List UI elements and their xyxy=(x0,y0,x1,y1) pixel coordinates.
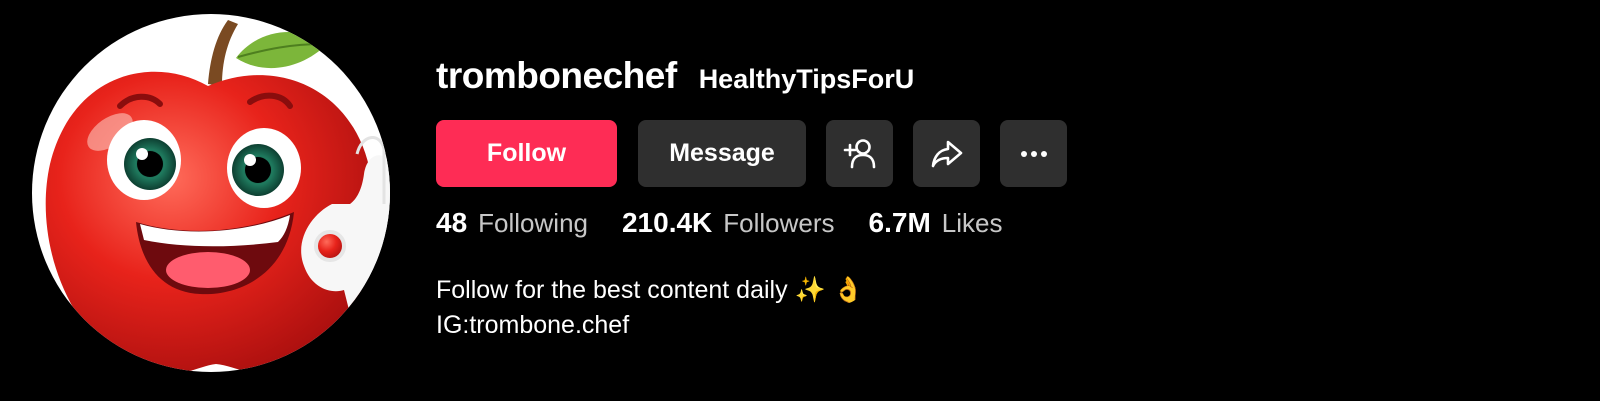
likes-label: Likes xyxy=(941,208,1003,238)
likes-count: 6.7M xyxy=(868,207,931,238)
followers-label: Followers xyxy=(723,208,835,238)
share-button[interactable] xyxy=(913,120,980,187)
bio-line-2: IG:trombone.chef xyxy=(436,311,630,339)
stat-followers[interactable]: 210.4K Followers xyxy=(622,207,835,239)
following-label: Following xyxy=(478,208,588,238)
stat-likes: 6.7M Likes xyxy=(869,207,1003,239)
add-person-icon xyxy=(843,138,875,168)
apple-mascot-icon xyxy=(45,20,390,372)
bio-line-1: Follow for the best content daily ✨ 👌 xyxy=(436,276,864,304)
bio: Follow for the best content daily ✨ 👌 IG… xyxy=(436,273,1067,343)
display-name: HealthyTipsForU xyxy=(698,64,915,94)
stats-row: 48 Following 210.4K Followers 6.7M Likes xyxy=(436,207,1067,249)
stat-following[interactable]: 48 Following xyxy=(436,207,588,239)
more-dots-icon xyxy=(1020,150,1047,157)
avatar[interactable] xyxy=(32,14,390,372)
profile-info: trombonechef HealthyTipsForU Follow Mess… xyxy=(436,40,1067,343)
followers-count: 210.4K xyxy=(621,207,713,238)
share-arrow-icon xyxy=(931,140,962,167)
more-button[interactable] xyxy=(1000,120,1067,187)
message-button[interactable]: Message xyxy=(638,120,806,187)
name-row: trombonechef HealthyTipsForU xyxy=(436,40,1067,112)
add-friend-button[interactable] xyxy=(826,120,893,187)
action-buttons: Follow Message xyxy=(436,120,1067,187)
following-count: 48 xyxy=(436,207,468,238)
username: trombonechef xyxy=(436,55,677,96)
follow-button[interactable]: Follow xyxy=(436,120,617,187)
